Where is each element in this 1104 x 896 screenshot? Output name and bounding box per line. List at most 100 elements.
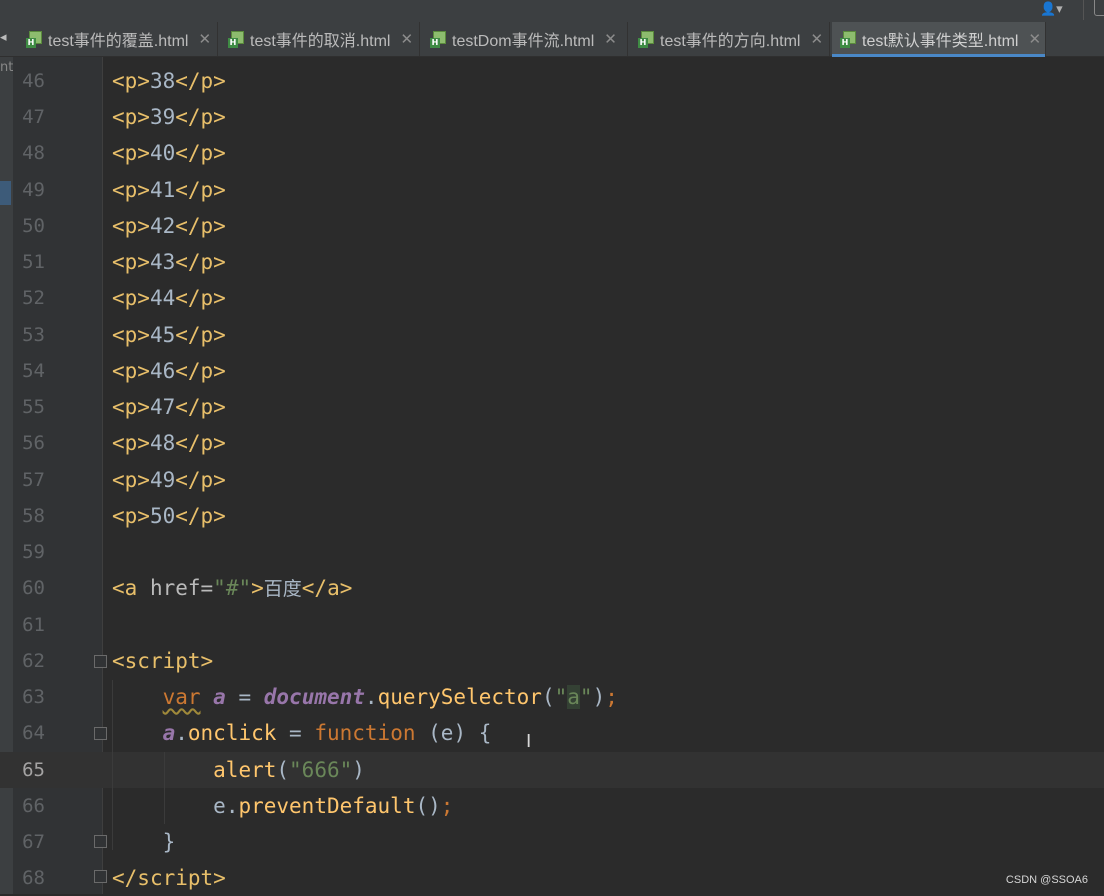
tab-label: test事件的覆盖.html <box>48 33 189 50</box>
code-text: <p>39</p> <box>112 105 226 129</box>
close-icon[interactable]: ✕ <box>810 30 823 48</box>
tab-file[interactable]: H test事件的方向.html ✕ <box>630 22 830 56</box>
line-number: 49 <box>22 179 45 201</box>
code-line: 60 <a href="#">百度</a> <box>0 570 1104 606</box>
fold-end-icon[interactable] <box>94 835 107 848</box>
tab-label: testDom事件流.html <box>452 33 595 50</box>
close-icon[interactable]: ✕ <box>198 30 211 48</box>
tab-file[interactable]: H testDom事件流.html ✕ <box>422 22 628 56</box>
line-number: 57 <box>22 469 45 491</box>
line-number: 64 <box>22 722 45 744</box>
line-number: 65 <box>22 759 45 781</box>
code-line: 47 <p>39</p> <box>0 99 1104 135</box>
code-text: <p>48</p> <box>112 431 226 455</box>
code-text: <p>38</p> <box>112 69 226 93</box>
code-text: <p>46</p> <box>112 359 226 383</box>
code-line: 58 <p>50</p> <box>0 498 1104 534</box>
code-text: <p>47</p> <box>112 395 226 419</box>
line-number: 47 <box>22 106 45 128</box>
line-number: 62 <box>22 650 45 672</box>
code-line: 49 <p>41</p> <box>0 172 1104 208</box>
code-text: <p>44</p> <box>112 286 226 310</box>
fold-toggle-icon[interactable] <box>94 727 107 740</box>
code-text: <p>49</p> <box>112 468 226 492</box>
line-number: 46 <box>22 70 45 92</box>
line-number: 59 <box>22 541 45 563</box>
code-text: var a = document.querySelector("a"); <box>162 685 618 709</box>
code-line: 63 var a = document.querySelector("a"); <box>0 679 1104 715</box>
code-line: 51 <p>43</p> <box>0 244 1104 280</box>
code-line: 64 a.onclick = function (e) { <box>0 715 1104 751</box>
tab-file[interactable]: H test事件的覆盖.html ✕ <box>18 22 218 56</box>
code-line: 56 <p>48</p> <box>0 425 1104 461</box>
code-text: <p>43</p> <box>112 250 226 274</box>
code-text: <p>45</p> <box>112 323 226 347</box>
code-line: 50 <p>42</p> <box>0 208 1104 244</box>
code-text: } <box>162 830 176 854</box>
line-number: 48 <box>22 142 45 164</box>
line-number: 61 <box>22 614 45 636</box>
line-number: 68 <box>22 867 45 889</box>
tab-label: test事件的方向.html <box>660 33 801 50</box>
code-text: <p>42</p> <box>112 214 226 238</box>
close-icon[interactable]: ✕ <box>400 30 413 48</box>
line-number: 53 <box>22 324 45 346</box>
line-number: 51 <box>22 251 45 273</box>
fold-end-icon[interactable] <box>94 870 107 883</box>
tab-label: test事件的取消.html <box>250 33 391 50</box>
code-line: 67 } <box>0 824 1104 860</box>
code-text: <a href="#">百度</a> <box>112 576 353 600</box>
line-number: 63 <box>22 686 45 708</box>
code-line: 52 <p>44</p> <box>0 280 1104 316</box>
code-line: 53 <p>45</p> <box>0 317 1104 353</box>
code-line: 48 <p>40</p> <box>0 135 1104 171</box>
toolbar-separator <box>1083 0 1084 20</box>
code-text: a.onclick = function (e) { <box>162 721 492 745</box>
close-icon[interactable]: ✕ <box>1028 30 1041 48</box>
code-text: </script> <box>112 866 226 890</box>
code-line: 62 <script> <box>0 643 1104 679</box>
code-text: <p>40</p> <box>112 141 226 165</box>
html-file-icon: H <box>228 30 244 48</box>
tab-scroll-left-icon[interactable]: ◂ <box>0 30 7 45</box>
code-line: 59 <box>0 534 1104 570</box>
indent-guide <box>164 752 165 824</box>
indent-guide <box>112 680 113 850</box>
code-line: 46 <p>38</p> <box>0 63 1104 99</box>
line-number: 56 <box>22 432 45 454</box>
html-file-icon: H <box>840 30 856 48</box>
html-file-icon: H <box>638 30 654 48</box>
code-line-current: 65 alert("666") <box>0 752 1104 788</box>
code-line: 54 <p>46</p> <box>0 353 1104 389</box>
tab-file[interactable]: H test事件的取消.html ✕ <box>220 22 420 56</box>
toolbar-box-icon[interactable] <box>1094 0 1104 16</box>
code-text: <p>41</p> <box>112 178 226 202</box>
line-number: 66 <box>22 795 45 817</box>
line-number: 52 <box>22 287 45 309</box>
user-dropdown-icon[interactable]: 👤▾ <box>1040 1 1074 19</box>
code-text: <p>50</p> <box>112 504 226 528</box>
text-cursor-icon: Ι <box>526 731 532 752</box>
code-text: alert("666") <box>213 758 365 782</box>
line-number: 58 <box>22 505 45 527</box>
editor-tab-bar: ◂ H test事件的覆盖.html ✕ H test事件的取消.html ✕ … <box>0 22 1104 57</box>
code-line: 66 e.preventDefault(); <box>0 788 1104 824</box>
line-number: 54 <box>22 360 45 382</box>
code-line: 61 <box>0 607 1104 643</box>
line-number: 55 <box>22 396 45 418</box>
line-number: 67 <box>22 831 45 853</box>
line-number: 50 <box>22 215 45 237</box>
html-file-icon: H <box>26 30 42 48</box>
html-file-icon: H <box>430 30 446 48</box>
code-line: 55 <p>47</p> <box>0 389 1104 425</box>
close-icon[interactable]: ✕ <box>604 30 617 48</box>
code-line: 68 </script> <box>0 860 1104 896</box>
fold-toggle-icon[interactable] <box>94 655 107 668</box>
top-toolbar: 👤▾ <box>0 0 1104 22</box>
code-line: 57 <p>49</p> <box>0 462 1104 498</box>
watermark: CSDN @SSOA6 <box>1005 874 1088 886</box>
line-number: 60 <box>22 577 45 599</box>
tab-file-active[interactable]: H test默认事件类型.html ✕ <box>832 22 1046 57</box>
code-text: <script> <box>112 649 214 673</box>
tab-label: test默认事件类型.html <box>862 33 1019 50</box>
